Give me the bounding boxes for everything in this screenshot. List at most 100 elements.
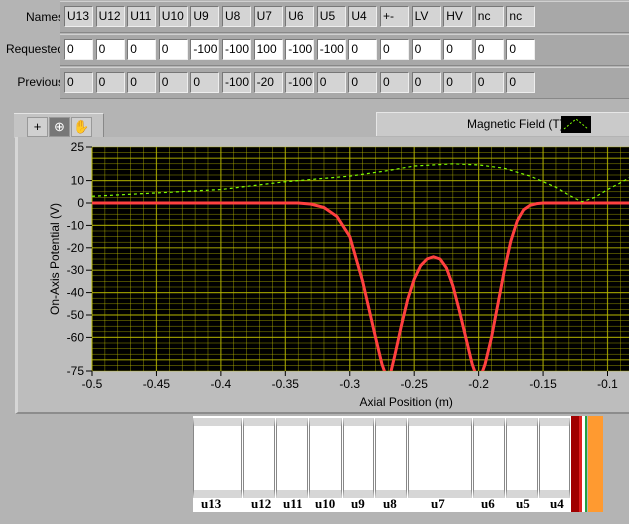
graph-palette: + ⊕ ✋ <box>14 113 104 138</box>
electrode-u11 <box>276 418 308 498</box>
pan-hand-icon[interactable]: ✋ <box>71 117 92 137</box>
name-cell: U7 <box>253 6 283 27</box>
x-tick-label: -0.25 <box>401 377 429 391</box>
legend-label: Magnetic Field (T) <box>467 117 564 131</box>
y-tick-label: -20 <box>67 241 85 255</box>
name-cell: U4 <box>348 6 378 27</box>
electrode-label: u9 <box>351 496 365 511</box>
previous-cell: 0 <box>158 72 188 93</box>
legend-swatch-icon <box>561 116 591 133</box>
previous-cell: 0 <box>411 72 441 93</box>
previous-array: 0 0 0 0 0 -100 -20 -100 0 0 0 0 0 0 0 <box>60 67 629 99</box>
previous-cell: 0 <box>64 72 93 93</box>
requested-input[interactable]: -100 <box>316 39 346 60</box>
previous-cell: 0 <box>348 72 378 93</box>
name-cell: +- <box>380 6 409 27</box>
requested-input[interactable]: 100 <box>253 39 283 60</box>
electrode-u4 <box>539 418 570 498</box>
name-cell: U8 <box>222 6 251 27</box>
electrode-u8 <box>375 418 407 498</box>
requested-input[interactable]: 0 <box>411 39 441 60</box>
name-cell: U13 <box>64 6 93 27</box>
x-tick-label: -0.2 <box>468 377 489 391</box>
electrode-label: u10 <box>315 496 336 511</box>
name-cell: U12 <box>95 6 125 27</box>
electrode-u6 <box>473 418 505 498</box>
name-cell: nc <box>474 6 504 27</box>
requested-input[interactable]: 0 <box>474 39 504 60</box>
requested-input[interactable]: 0 <box>380 39 409 60</box>
green-marker <box>585 416 587 512</box>
previous-cell: 0 <box>95 72 125 93</box>
requested-input[interactable]: -100 <box>222 39 251 60</box>
electrode-label: u6 <box>481 496 495 511</box>
electrode-u9 <box>343 418 374 498</box>
requested-label: Requested <box>5 42 64 56</box>
electrode-label: u12 <box>251 496 272 511</box>
x-tick-label: -0.3 <box>339 377 360 391</box>
requested-input[interactable]: 0 <box>95 39 125 60</box>
y-tick-label: 0 <box>77 196 84 210</box>
previous-cell: 0 <box>443 72 473 93</box>
y-tick-label: -60 <box>67 330 85 344</box>
previous-cell: 0 <box>380 72 409 93</box>
requested-input[interactable]: 0 <box>506 39 536 60</box>
cursor-crosshair-icon[interactable]: + <box>27 117 48 137</box>
x-tick-label: -0.15 <box>529 377 557 391</box>
electrode-diagram: u13 u12 u11 u10 u9 u8 u7 u6 u5 u4 <box>193 416 603 512</box>
name-cell: U5 <box>316 6 346 27</box>
name-cell: U6 <box>285 6 315 27</box>
previous-cell: 0 <box>190 72 220 93</box>
y-tick-label: -30 <box>67 263 85 277</box>
electrode-u12 <box>243 418 275 498</box>
requested-input[interactable]: 0 <box>64 39 93 60</box>
name-cell: HV <box>443 6 473 27</box>
previous-cell: 0 <box>316 72 346 93</box>
plot-legend[interactable]: Magnetic Field (T) <box>376 112 629 136</box>
requested-input[interactable]: -100 <box>190 39 220 60</box>
previous-cell: 0 <box>474 72 504 93</box>
y-axis-label: On-Axis Potential (V) <box>48 203 62 315</box>
electrode-label: u7 <box>431 496 445 511</box>
electrode-label: u13 <box>201 496 222 511</box>
potential-graph[interactable]: -0.5 -0.45 -0.4 -0.35 -0.3 -0.25 -0.2 -0.15 -0.1… <box>15 137 629 414</box>
electrode-u10 <box>309 418 342 498</box>
previous-cell: -100 <box>285 72 315 93</box>
x-tick-label: -0.5 <box>82 377 103 391</box>
x-tick-label: -0.35 <box>272 377 300 391</box>
electrode-u13 <box>193 418 242 498</box>
y-tick-label: -40 <box>67 286 85 300</box>
name-cell: U11 <box>127 6 157 27</box>
names-label: Names <box>25 10 64 24</box>
red-electrode <box>579 416 582 512</box>
y-tick-label: -75 <box>67 364 85 378</box>
previous-cell: 0 <box>506 72 536 93</box>
requested-input[interactable]: 0 <box>158 39 188 60</box>
electrode-u7 <box>408 418 472 498</box>
orange-plate <box>588 416 603 512</box>
requested-input[interactable]: 0 <box>127 39 157 60</box>
plot-svg: -0.5 -0.45 -0.4 -0.35 -0.3 -0.25 -0.2 -0.15 -0.1… <box>48 140 629 409</box>
y-tick-label: -10 <box>67 218 85 232</box>
requested-array: 0 0 0 0 -100 -100 100 -100 -100 0 0 0 0 0 0 <box>60 34 629 66</box>
x-tick-label: -0.1 <box>597 377 618 391</box>
name-cell: U10 <box>158 6 188 27</box>
requested-input[interactable]: -100 <box>285 39 315 60</box>
ground-plate <box>571 416 579 512</box>
zoom-icon[interactable]: ⊕ <box>49 117 70 137</box>
y-tick-label: -50 <box>67 308 85 322</box>
x-tick-label: -0.4 <box>211 377 232 391</box>
previous-cell: -100 <box>222 72 251 93</box>
names-array: U13 U12 U11 U10 U9 U8 U7 U6 U5 U4 +- LV HV nc nc <box>60 1 629 33</box>
y-tick-label: 25 <box>71 140 85 154</box>
previous-cell: 0 <box>127 72 157 93</box>
name-cell: nc <box>506 6 536 27</box>
previous-cell: -20 <box>253 72 283 93</box>
x-axis-label: Axial Position (m) <box>360 395 453 409</box>
name-cell: LV <box>411 6 441 27</box>
requested-input[interactable]: 0 <box>443 39 473 60</box>
name-cell: U9 <box>190 6 220 27</box>
requested-input[interactable]: 0 <box>348 39 378 60</box>
electrode-label: u5 <box>516 496 530 511</box>
electrode-label: u8 <box>383 496 397 511</box>
